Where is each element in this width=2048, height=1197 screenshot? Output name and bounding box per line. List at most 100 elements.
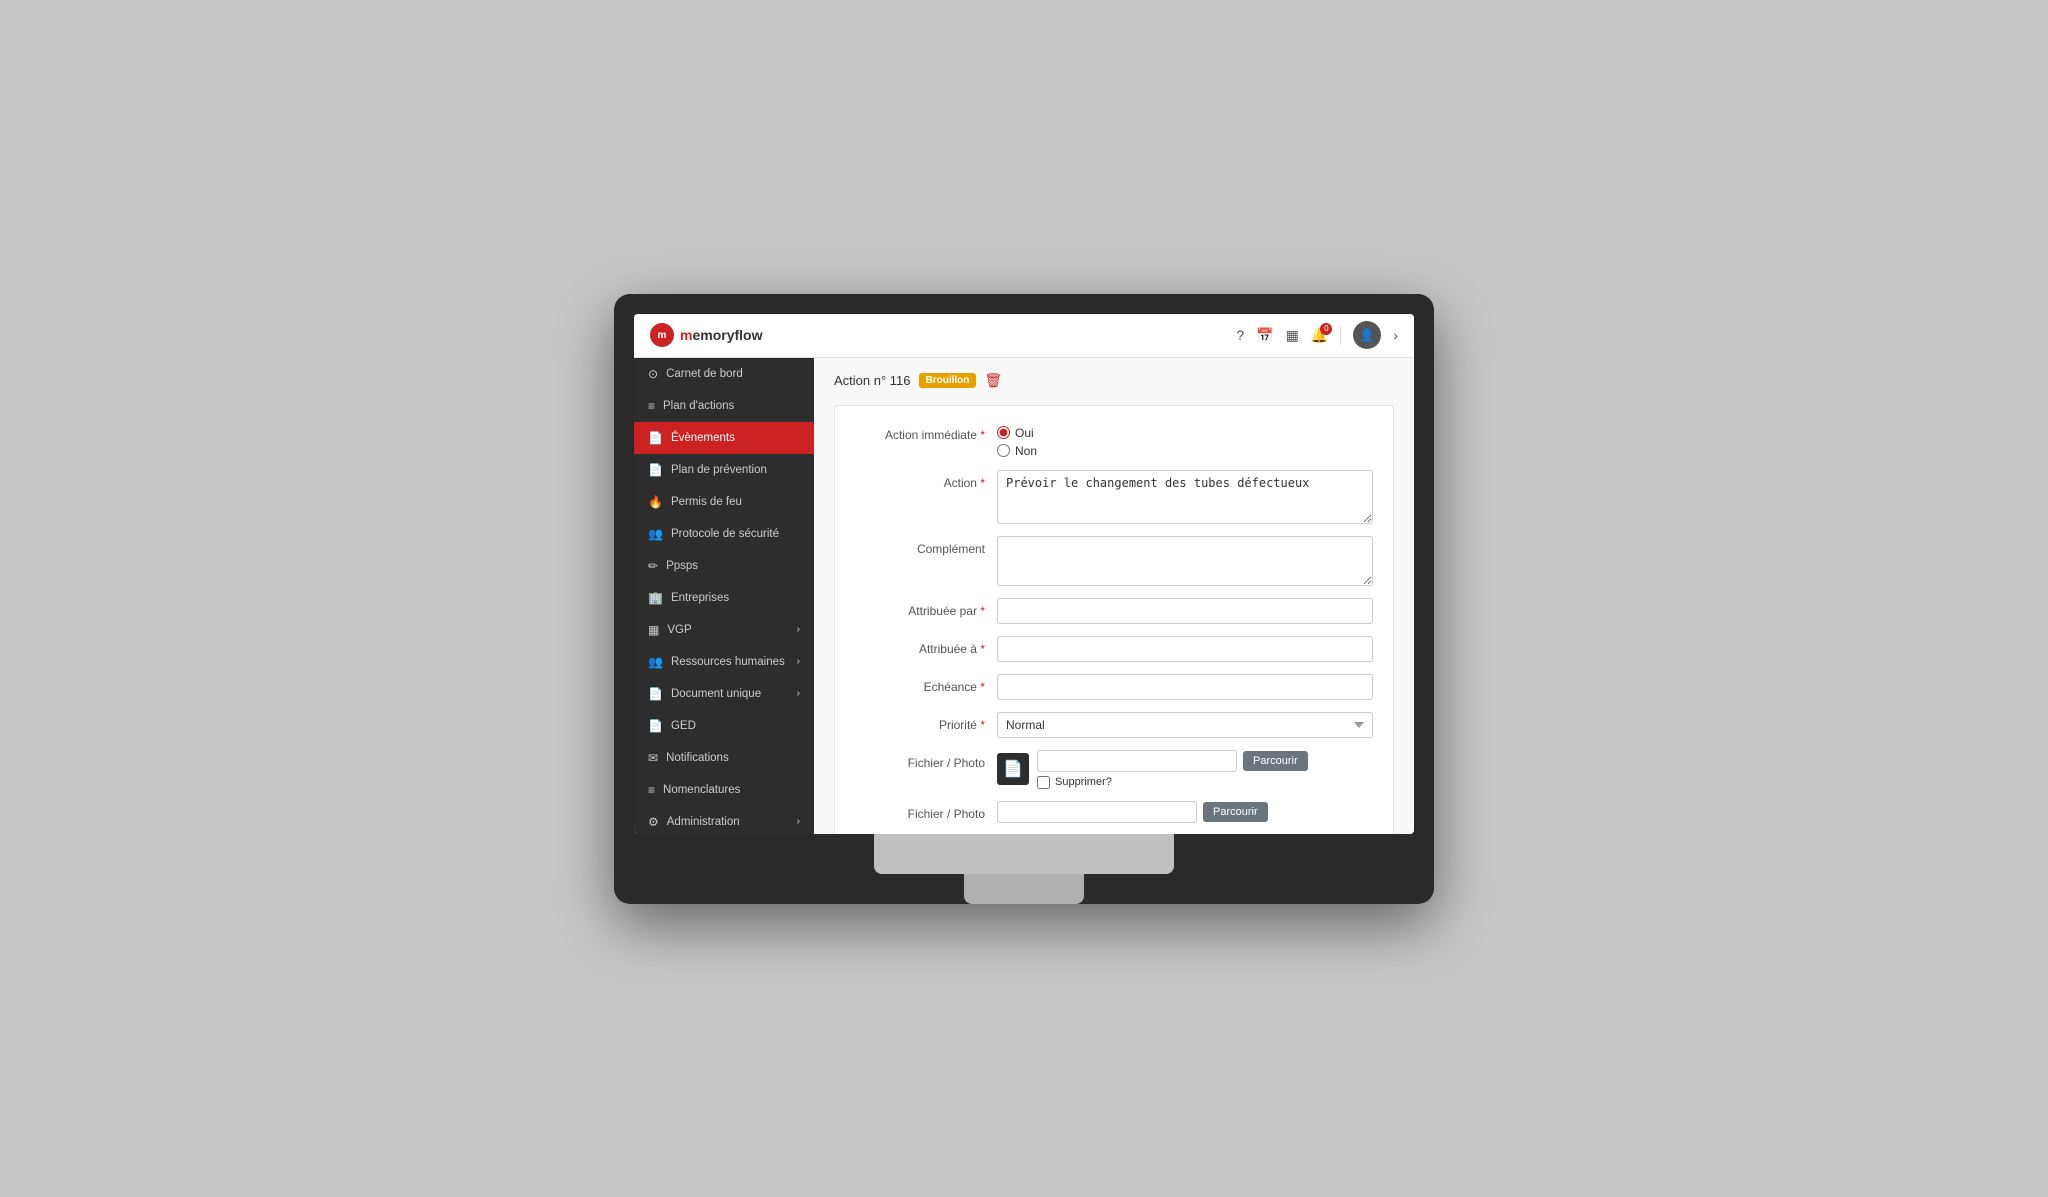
topbar-actions: ? 📅 ▦ 🔔 0 👤 › [1236,321,1398,349]
topbar-divider [1340,325,1341,345]
main-content: Action n° 116 Brouillon 🗑 Action immédia… [814,358,1414,834]
sidebar: ⊙ Carnet de bord ≡ Plan d'actions 📄 Évèn… [634,358,814,834]
sidebar-item-nomenclatures[interactable]: ≡ Nomenclatures [634,774,814,806]
supprimer-row: Supprimer? [1037,776,1308,789]
action-immediate-radio-group: Oui Non [997,422,1037,458]
logo-icon: m [650,323,674,347]
sidebar-label: Notifications [666,752,800,764]
admin-arrow: › [797,816,800,827]
vgp-arrow: › [797,624,800,635]
delete-icon[interactable]: 🗑 [984,372,1002,389]
logo: m memoryflow [650,323,762,347]
fichier-label-2: Fichier / Photo [855,801,985,821]
sidebar-label: Permis de feu [671,496,800,508]
doc-unique-icon: 📄 [648,687,663,701]
sidebar-label: Ppsps [666,560,800,572]
complement-input[interactable] [997,536,1373,586]
fichier-row-1: Fichier / Photo 📄 Parcourir [855,750,1373,789]
sidebar-item-plan-prevention[interactable]: 📄 Plan de prévention [634,454,814,486]
sidebar-item-ged[interactable]: 📄 GED [634,710,814,742]
notifications-icon: ✉ [648,751,658,765]
sidebar-item-entreprises[interactable]: 🏢 Entreprises [634,582,814,614]
sidebar-label: Nomenclatures [663,784,800,796]
sidebar-item-plan-dactions[interactable]: ≡ Plan d'actions [634,390,814,422]
fichier-label-1: Fichier / Photo [855,750,985,770]
priorite-label: Priorité * [855,712,985,732]
priorite-select[interactable]: Normal Haute Basse [997,712,1373,738]
attribuee-par-row: Attribuée par * CAMALON Albane [855,598,1373,624]
sidebar-item-vgp[interactable]: ▦ VGP › [634,614,814,646]
sidebar-label: Administration [667,816,789,828]
evenements-icon: 📄 [648,431,663,445]
sidebar-label: Document unique [671,688,789,700]
file-row-1: 📄 Parcourir Supprimer? [997,750,1308,789]
radio-non-input[interactable] [997,444,1010,457]
calendar-icon[interactable]: 📅 [1256,327,1273,344]
radio-oui-label: Oui [1015,426,1034,440]
attribuee-a-input[interactable]: VERBE Cédric [997,636,1373,662]
action-label: Action * [855,470,985,490]
ged-icon: 📄 [648,719,663,733]
action-number: Action n° 116 [834,373,911,388]
expand-icon[interactable]: › [1393,327,1398,343]
admin-icon: ⚙ [648,815,659,829]
attribuee-par-input[interactable]: CAMALON Albane [997,598,1373,624]
file-row-2: Parcourir [997,801,1268,823]
sidebar-item-evenements[interactable]: 📄 Évènements [634,422,814,454]
action-header: Action n° 116 Brouillon 🗑 [834,372,1394,389]
rh-arrow: › [797,656,800,667]
attribuee-par-label: Attribuée par * [855,598,985,618]
action-immediate-label: Action immédiate * [855,422,985,442]
logo-text: memoryflow [680,327,762,343]
sidebar-item-document-unique[interactable]: 📄 Document unique › [634,678,814,710]
radio-non-option[interactable]: Non [997,444,1037,458]
sidebar-item-administration[interactable]: ⚙ Administration › [634,806,814,834]
parcourir-button-1[interactable]: Parcourir [1243,751,1308,771]
priorite-row: Priorité * Normal Haute Basse [855,712,1373,738]
sidebar-item-notifications[interactable]: ✉ Notifications [634,742,814,774]
radio-oui-input[interactable] [997,426,1010,439]
file-input-group-1: Parcourir Supprimer? [1037,750,1308,789]
sidebar-label: Plan de prévention [671,464,800,476]
rh-icon: 👥 [648,655,663,669]
parcourir-button-2[interactable]: Parcourir [1203,802,1268,822]
echeance-label: Echéance * [855,674,985,694]
supprimer-checkbox[interactable] [1037,776,1050,789]
vgp-icon: ▦ [648,623,659,637]
ppsps-icon: ✏ [648,559,658,573]
sidebar-item-ressources-humaines[interactable]: 👥 Ressources humaines › [634,646,814,678]
sidebar-item-carnet-de-bord[interactable]: ⊙ Carnet de bord [634,358,814,390]
permis-icon: 🔥 [648,495,663,509]
radio-oui-option[interactable]: Oui [997,426,1037,440]
topbar: m memoryflow ? 📅 ▦ 🔔 0 👤 › [634,314,1414,358]
entreprises-icon: 🏢 [648,591,663,605]
action-input[interactable]: Prévoir le changement des tubes défectue… [997,470,1373,524]
sidebar-item-ppsps[interactable]: ✏ Ppsps [634,550,814,582]
sidebar-label: Ressources humaines [671,656,789,668]
carnet-icon: ⊙ [648,367,658,381]
echeance-row: Echéance * 20/05/2022 [855,674,1373,700]
plan-icon: ≡ [648,399,655,413]
help-icon[interactable]: ? [1236,327,1244,343]
brouillon-badge: Brouillon [919,373,977,388]
sidebar-label: Protocole de sécurité [671,528,800,540]
bell-icon[interactable]: 🔔 0 [1311,327,1328,344]
file-text-input-1[interactable] [1037,750,1237,772]
sidebar-label: Entreprises [671,592,800,604]
file-text-input-2[interactable] [997,801,1197,823]
echeance-input[interactable]: 20/05/2022 [997,674,1373,700]
fichier-row-2: Fichier / Photo Parcourir [855,801,1373,823]
action-immediate-row: Action immédiate * Oui Non [855,422,1373,458]
sidebar-item-protocole[interactable]: 👥 Protocole de sécurité [634,518,814,550]
sidebar-item-permis-feu[interactable]: 🔥 Permis de feu [634,486,814,518]
attribuee-a-row: Attribuée à * VERBE Cédric [855,636,1373,662]
action-row: Action * Prévoir le changement des tubes… [855,470,1373,524]
user-avatar[interactable]: 👤 [1353,321,1381,349]
sidebar-label: Carnet de bord [666,368,800,380]
sidebar-label: Évènements [671,432,800,444]
sidebar-label: GED [671,720,800,732]
chart-icon[interactable]: ▦ [1286,327,1299,344]
prevention-icon: 📄 [648,463,663,477]
attribuee-a-label: Attribuée à * [855,636,985,656]
radio-non-label: Non [1015,444,1037,458]
